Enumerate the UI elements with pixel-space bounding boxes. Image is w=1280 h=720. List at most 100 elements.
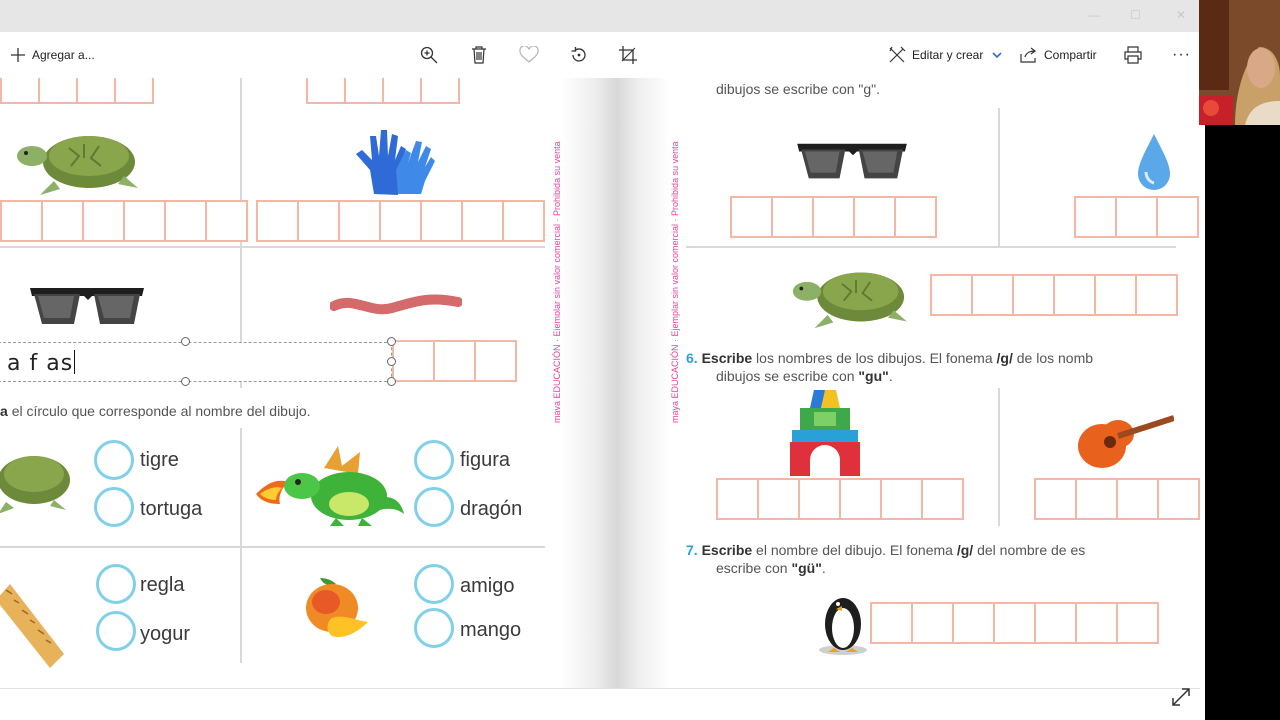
choice-circle[interactable] (94, 487, 134, 527)
divider (0, 246, 545, 248)
plus-icon (11, 48, 25, 62)
webcam-person-image (1199, 0, 1280, 125)
sunglasses-illustration (797, 143, 907, 179)
photos-app-window: — ☐ ✕ Agregar a... Editar y crear Compar… (0, 0, 1280, 720)
instruction-text: a el círculo que corresponde al nombre d… (0, 403, 311, 419)
ruler-illustration (0, 584, 64, 668)
letter-boxes (0, 200, 248, 242)
divider (998, 108, 1000, 248)
printer-icon (1124, 46, 1142, 64)
letter-boxes (870, 602, 1159, 644)
share-button[interactable]: Compartir (1020, 42, 1097, 68)
resize-handle[interactable] (181, 337, 190, 346)
dragon-illustration (256, 446, 404, 526)
heart-icon (519, 46, 539, 63)
choice-word: tigre (140, 449, 179, 471)
resize-handle[interactable] (387, 357, 396, 366)
water-drop-illustration (1138, 134, 1170, 190)
penguin-illustration (819, 598, 867, 655)
letter-boxes (930, 274, 1178, 316)
maximize-icon[interactable]: ☐ (1130, 8, 1141, 22)
instruction-text: dibujos se escribe con "g". (716, 81, 881, 97)
choice-circle[interactable] (96, 611, 136, 651)
document-viewer: a el círculo que corresponde al nombre d… (0, 78, 1200, 688)
sunglasses-illustration (30, 288, 144, 324)
gloves-illustration (356, 130, 435, 195)
letter-boxes (1074, 196, 1199, 238)
choice-circle[interactable] (414, 487, 454, 527)
video-call-panel (1205, 125, 1280, 720)
resize-handle[interactable] (387, 337, 396, 346)
choice-circle[interactable] (414, 564, 454, 604)
choice-word: mango (460, 619, 522, 641)
publisher-side-text: maya EDUCACIÓN · Ejemplar sin valor come… (670, 141, 680, 423)
workbook-right-page: maya EDUCACIÓN · Ejemplar sin valor come… (670, 78, 1200, 688)
letter-boxes (730, 196, 937, 238)
resize-handle[interactable] (387, 377, 396, 386)
rotate-button[interactable] (569, 42, 589, 68)
letter-boxes (256, 200, 545, 242)
exercise-6-instruction: 6. Escribe los nombres de los dibujos. E… (686, 350, 1094, 384)
choice-circle[interactable] (94, 440, 134, 480)
choice-word: yogur (140, 623, 191, 645)
text-annotation-box[interactable]: a f as (0, 342, 392, 382)
text-caret (74, 350, 76, 374)
delete-button[interactable] (471, 42, 487, 68)
crop-button[interactable] (619, 42, 637, 68)
letter-boxes (0, 78, 154, 104)
choice-word: amigo (460, 575, 515, 597)
exercise-number: 6. (686, 350, 698, 366)
divider (0, 546, 545, 548)
choice-circle[interactable] (96, 564, 136, 604)
toy-blocks-illustration (790, 390, 860, 476)
trash-icon (472, 46, 486, 64)
choice-word: regla (140, 574, 185, 596)
edit-create-label: Editar y crear (912, 48, 984, 62)
add-to-label: Agregar a... (32, 48, 95, 62)
share-label: Compartir (1044, 48, 1097, 62)
choice-circle[interactable] (414, 608, 454, 648)
letter-boxes (716, 478, 964, 520)
turtle-illustration (792, 272, 907, 329)
divider (998, 388, 1000, 526)
title-bar: — ☐ ✕ (0, 0, 1200, 32)
viewer-bottom-bar (0, 688, 1200, 720)
choice-word: dragón (460, 498, 523, 520)
crop-icon (619, 46, 637, 64)
more-icon: ··· (1172, 46, 1191, 63)
rotate-icon (571, 47, 586, 62)
workbook-left-page: a el círculo que corresponde al nombre d… (0, 78, 590, 688)
toolbar: Agregar a... Editar y crear Compartir ··… (0, 32, 1200, 78)
exercise-7-instruction: 7. Escribe el nombre del dibujo. El fone… (686, 542, 1086, 576)
print-button[interactable] (1124, 42, 1142, 68)
add-to-button[interactable]: Agregar a... (10, 42, 95, 68)
minimize-icon[interactable]: — (1088, 8, 1100, 22)
choice-circle[interactable] (414, 440, 454, 480)
zoom-in-icon (420, 46, 438, 64)
guitar-illustration (1078, 415, 1174, 468)
favorite-button[interactable] (519, 42, 539, 68)
resize-handle[interactable] (181, 377, 190, 386)
letter-boxes (1034, 478, 1200, 520)
zoom-button[interactable] (420, 42, 438, 68)
more-options-button[interactable]: ··· (1172, 42, 1191, 68)
edit-create-button[interactable]: Editar y crear (888, 42, 1003, 68)
turtle-illustration (0, 456, 70, 514)
text-annotation-content[interactable]: a f as (7, 350, 76, 376)
turtle-illustration (17, 136, 138, 195)
mango-illustration (306, 578, 368, 638)
close-icon[interactable]: ✕ (1176, 8, 1186, 22)
worm-illustration (330, 294, 462, 315)
edit-create-icon (889, 46, 906, 63)
letter-boxes (392, 340, 517, 382)
webcam-thumbnail (1199, 0, 1280, 125)
letter-boxes (306, 78, 460, 104)
chevron-down-icon (992, 52, 1002, 59)
exercise-number: 7. (686, 542, 698, 558)
expand-icon[interactable] (1170, 686, 1192, 708)
book-gutter (560, 78, 670, 688)
share-icon (1020, 47, 1036, 63)
choice-word: tortuga (140, 498, 203, 520)
divider (686, 246, 1176, 248)
choice-word: figura (460, 449, 511, 471)
